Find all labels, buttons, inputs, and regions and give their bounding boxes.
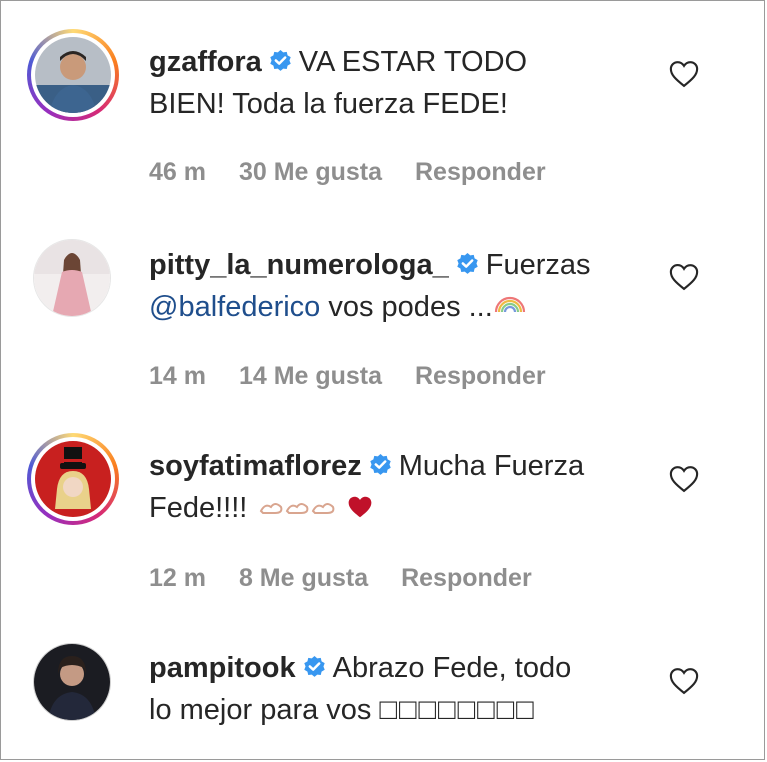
- verified-badge-icon: [457, 253, 478, 274]
- avatar-image: [34, 644, 110, 720]
- reply-button[interactable]: Responder: [415, 362, 546, 390]
- comment-likes[interactable]: 14 Me gusta: [239, 362, 382, 390]
- comment-body: pampitook Abrazo Fede, todo lo mejor para…: [149, 647, 629, 731]
- comment-text: Fede!!!!: [149, 492, 248, 524]
- comment-text: Abrazo Fede, todo: [332, 652, 572, 684]
- comment-username[interactable]: soyfatimaflorez: [149, 450, 362, 482]
- like-heart-icon[interactable]: [669, 60, 699, 88]
- verified-badge-icon: [270, 50, 291, 71]
- comment-body: soyfatimaflorez Mucha Fuerza Fede!!!!: [149, 445, 629, 529]
- like-heart-icon[interactable]: [669, 667, 699, 695]
- comment-time[interactable]: 12 m: [149, 564, 206, 592]
- comment-text: Fuerzas: [485, 249, 591, 281]
- comment-body: pitty_la_numerologa_ Fuerzas @balfederico…: [149, 244, 629, 328]
- story-ring[interactable]: [27, 433, 119, 525]
- red-heart-icon: [349, 496, 372, 518]
- comment-text: Mucha Fuerza: [398, 450, 585, 482]
- comment-text: VA ESTAR TODO: [298, 46, 528, 78]
- comment-meta: 14 m 14 Me gusta Responder: [149, 362, 572, 391]
- reply-button[interactable]: Responder: [401, 564, 532, 592]
- avatar-image: [34, 240, 110, 316]
- avatar[interactable]: [33, 239, 111, 317]
- comment-meta: 46 m 30 Me gusta Responder: [149, 158, 572, 187]
- like-heart-icon[interactable]: [669, 465, 699, 493]
- comment-likes[interactable]: 30 Me gusta: [239, 158, 382, 186]
- comment-meta: 12 m 8 Me gusta Responder: [149, 564, 558, 593]
- verified-badge-icon: [370, 454, 391, 475]
- unsupported-emoji-boxes: □□□□□□□□: [379, 694, 536, 726]
- comment-time[interactable]: 46 m: [149, 158, 206, 186]
- rainbow-icon: [494, 296, 525, 313]
- reply-button[interactable]: Responder: [415, 158, 546, 186]
- mention-link[interactable]: @balfederico: [149, 291, 320, 323]
- avatar: [35, 37, 111, 113]
- avatar: [35, 441, 111, 517]
- comments-panel: gzaffora VA ESTAR TODO BIEN! Toda la fuer…: [0, 0, 765, 760]
- verified-badge-icon: [303, 656, 325, 677]
- comment-text: vos podes ...: [320, 291, 493, 323]
- comment-username[interactable]: pitty_la_numerologa_: [149, 249, 449, 281]
- story-ring[interactable]: [27, 29, 119, 121]
- comment-text: BIEN! Toda la fuerza FEDE!: [149, 88, 508, 120]
- comment-username[interactable]: gzaffora: [149, 46, 262, 78]
- comment-body: gzaffora VA ESTAR TODO BIEN! Toda la fuer…: [149, 41, 629, 125]
- comment-text: lo mejor para vos: [149, 694, 372, 726]
- comment-likes[interactable]: 8 Me gusta: [239, 564, 368, 592]
- avatar[interactable]: [33, 643, 111, 721]
- muscle-emoji-icon: [260, 503, 335, 514]
- like-heart-icon[interactable]: [669, 263, 699, 291]
- comment-username[interactable]: pampitook: [149, 652, 296, 684]
- comment-time[interactable]: 14 m: [149, 362, 206, 390]
